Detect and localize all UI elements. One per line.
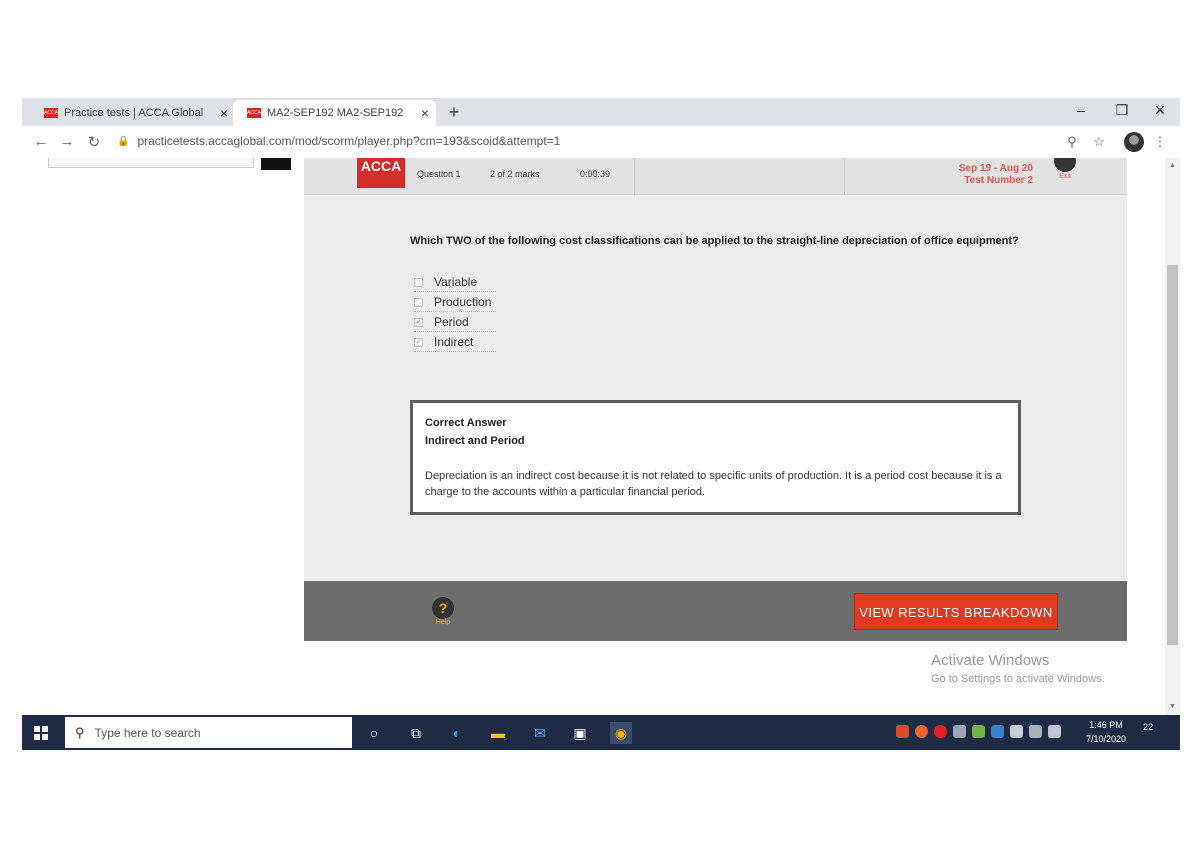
zoom-icon[interactable]: ⚲	[1063, 134, 1081, 150]
clock-time: 1:46 PM	[1089, 720, 1123, 730]
task-view-icon[interactable]: ⧉	[405, 722, 427, 744]
notification-center-icon[interactable]: 22	[1143, 722, 1163, 742]
scroll-down-icon[interactable]: ▼	[1165, 703, 1180, 710]
option-indirect[interactable]: ✓ Indirect	[414, 333, 496, 352]
address-bar[interactable]: 🔒 practicetests.accaglobal.com/mod/scorm…	[117, 129, 1077, 153]
exit-icon[interactable]	[1054, 158, 1076, 172]
acca-favicon-icon: ACCA	[247, 108, 261, 118]
close-tab-icon[interactable]: ×	[414, 105, 436, 121]
cortana-icon[interactable]: ○	[363, 722, 385, 744]
tray-app-icon[interactable]	[991, 725, 1004, 738]
mail-icon[interactable]: ✉	[529, 722, 551, 744]
system-tray	[896, 725, 1061, 738]
browser-toolbar: ← → ↻ 🔒 practicetests.accaglobal.com/mod…	[22, 126, 1180, 158]
option-variable[interactable]: Variable	[414, 273, 496, 292]
scrollbar-thumb[interactable]	[1167, 265, 1178, 645]
acca-logo: ACCA	[357, 158, 405, 188]
option-label: Period	[434, 315, 469, 329]
marks-awarded: 2 of 2 marks	[490, 169, 540, 179]
answer-value: Indirect and Period	[425, 435, 525, 447]
search-icon: ⚲	[75, 724, 85, 740]
taskbar-search-box[interactable]: ⚲ Type here to search	[65, 717, 352, 748]
menu-kebab-icon[interactable]: ⋮	[1151, 134, 1169, 150]
header-divider	[844, 158, 845, 195]
option-production[interactable]: Production	[414, 293, 496, 312]
minimize-icon[interactable]: –	[1069, 102, 1093, 118]
option-label: Variable	[434, 275, 478, 289]
windows-taskbar: ⚲ Type here to search ○ ⧉ ◐ ▬ ✉ ▣ ◉ 1:46…	[22, 715, 1180, 750]
help-label[interactable]: Help	[428, 619, 458, 626]
tab-title: Practice tests | ACCA Global	[64, 107, 204, 119]
answer-heading: Correct Answer	[425, 417, 507, 429]
option-label: Production	[434, 295, 492, 309]
cropped-black-block	[261, 158, 291, 170]
tray-app-icon[interactable]	[953, 725, 966, 738]
close-window-icon[interactable]: ✕	[1148, 102, 1172, 119]
tab-ma2-sep192[interactable]: ACCA MA2-SEP192 MA2-SEP192 ×	[233, 100, 436, 126]
file-explorer-icon[interactable]: ▬	[487, 722, 509, 744]
session-dates: Sep 19 - Aug 20	[958, 163, 1033, 174]
reload-icon[interactable]: ↻	[85, 133, 103, 151]
checkbox-checked-icon[interactable]: ✓	[414, 317, 423, 327]
question-text: Which TWO of the following cost classifi…	[410, 235, 1019, 247]
restore-icon[interactable]: ❐	[1110, 102, 1134, 119]
tab-title: MA2-SEP192 MA2-SEP192	[267, 107, 404, 119]
timer: 0:00:39	[580, 169, 611, 179]
checkbox-unchecked-icon[interactable]	[414, 297, 423, 307]
option-label: Indirect	[434, 335, 474, 349]
notification-count: 22	[1143, 722, 1154, 732]
answer-explanation: Depreciation is an indirect cost because…	[425, 470, 1002, 498]
header-divider	[634, 158, 635, 195]
page-scrollbar[interactable]: ▲ ▼	[1165, 158, 1180, 715]
scroll-up-icon[interactable]: ▲	[1165, 162, 1180, 169]
question-number: Question 1	[417, 169, 461, 179]
acca-favicon-icon: ACCA	[44, 108, 58, 118]
forward-arrow-icon[interactable]: →	[58, 133, 76, 150]
page-content: ACCA Question 1 2 of 2 marks 0:00:39 Sep…	[22, 158, 1180, 715]
help-icon[interactable]: ?	[432, 597, 454, 619]
tray-app-icon[interactable]	[896, 725, 909, 738]
close-tab-icon[interactable]: ×	[213, 105, 235, 121]
volume-icon[interactable]	[1048, 725, 1061, 738]
back-arrow-icon[interactable]: ←	[32, 133, 50, 150]
edge-icon[interactable]: ◐	[446, 722, 468, 744]
clock-date: 7/10/2020	[1086, 734, 1127, 744]
test-number: Test Number 2	[964, 175, 1033, 186]
store-icon[interactable]: ▣	[569, 722, 591, 744]
bookmark-star-icon[interactable]: ☆	[1090, 134, 1108, 150]
chrome-icon[interactable]: ◉	[610, 722, 632, 744]
cropped-sidebar-header	[48, 158, 254, 168]
tab-practice-tests[interactable]: ACCA Practice tests | ACCA Global ×	[30, 100, 235, 126]
correct-answer-panel: Correct Answer Indirect and Period Depre…	[410, 400, 1021, 515]
activate-title: Activate Windows	[931, 652, 1050, 669]
tray-app-icon[interactable]	[972, 725, 985, 738]
profile-avatar[interactable]	[1124, 132, 1144, 152]
view-results-breakdown-button[interactable]: VIEW RESULTS BREAKDOWN	[854, 593, 1058, 630]
search-placeholder: Type here to search	[94, 725, 201, 740]
network-icon[interactable]	[1010, 725, 1023, 738]
exit-label[interactable]: Exit	[1054, 173, 1076, 180]
taskbar-clock[interactable]: 1:46 PM 7/10/2020	[1086, 718, 1126, 746]
activate-subtitle: Go to Settings to activate Windows.	[931, 673, 1105, 685]
option-period[interactable]: ✓ Period	[414, 313, 496, 332]
screenshot: ACCA Practice tests | ACCA Global × ACCA…	[22, 98, 1180, 750]
tray-app-icon[interactable]	[915, 725, 928, 738]
assessment-header: ACCA Question 1 2 of 2 marks 0:00:39 Sep…	[304, 158, 1127, 195]
assessment-footer: ? Help VIEW RESULTS BREAKDOWN	[304, 581, 1127, 641]
wifi-icon[interactable]	[1029, 725, 1042, 738]
url-text: practicetests.accaglobal.com/mod/scorm/p…	[137, 134, 561, 148]
lock-icon: 🔒	[117, 135, 130, 147]
checkbox-checked-icon[interactable]: ✓	[414, 337, 423, 347]
browser-tab-strip: ACCA Practice tests | ACCA Global × ACCA…	[22, 98, 1180, 126]
tray-app-icon[interactable]	[934, 725, 947, 738]
windows-start-icon[interactable]	[34, 726, 48, 740]
checkbox-unchecked-icon[interactable]	[414, 277, 423, 287]
new-tab-icon[interactable]: +	[444, 102, 464, 123]
activate-windows-watermark: Activate Windows Go to Settings to activ…	[931, 652, 1105, 685]
assessment-player: ACCA Question 1 2 of 2 marks 0:00:39 Sep…	[304, 158, 1127, 641]
